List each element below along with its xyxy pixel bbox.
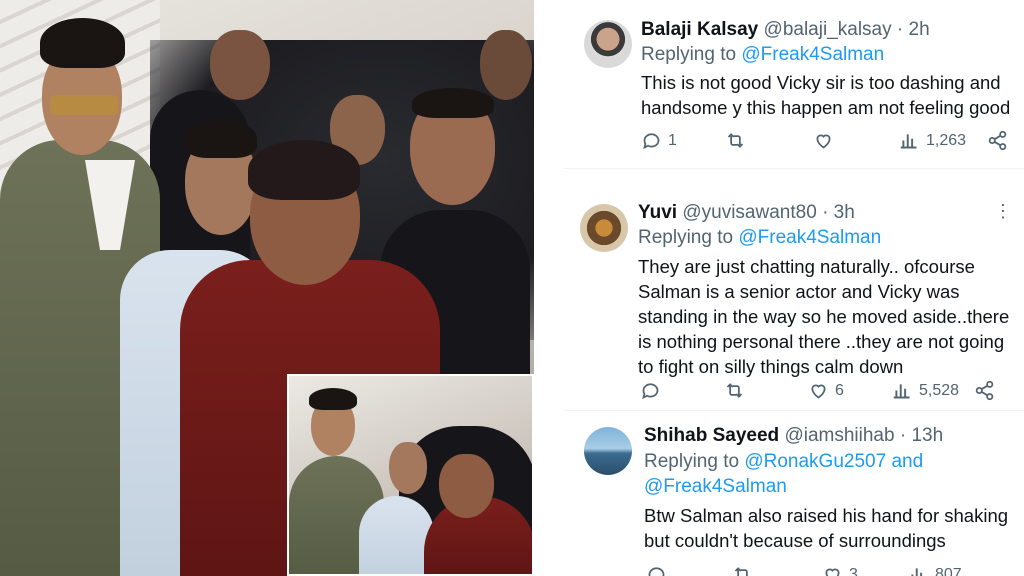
replying-to: Replying to @Freak4Salman xyxy=(641,44,884,66)
inset-hair xyxy=(309,388,357,410)
replying-to: Replying to @RonakGu2507 and xyxy=(644,451,923,473)
tweet-header: Yuvi @yuvisawant80 · 3h xyxy=(638,202,855,224)
replying-to: Replying to @Freak4Salman xyxy=(638,227,881,249)
tweet-actions: 1 1,263 xyxy=(641,130,1011,152)
tweet-line: handsome y this happen am not feeling go… xyxy=(641,97,1011,118)
reply-button[interactable] xyxy=(640,380,661,401)
reply-icon xyxy=(648,567,665,576)
avatar[interactable] xyxy=(580,204,628,252)
more-icon[interactable]: ⋮ xyxy=(994,201,1012,222)
tweet-header: Shihab Sayeed @iamshiihab · 13h xyxy=(644,425,943,447)
replying-to-link[interactable]: @Freak4Salman xyxy=(644,476,787,497)
tweet-text: They are just chatting naturally.. ofcou… xyxy=(638,254,1009,379)
like-button[interactable] xyxy=(813,130,834,151)
replying-label: Replying to xyxy=(638,227,734,248)
reply-count: 1 xyxy=(668,131,677,149)
timestamp[interactable]: 13h xyxy=(911,425,943,446)
views-button[interactable]: 1,263 xyxy=(899,130,966,151)
tweet-line: to fight on silly things calm down xyxy=(638,356,904,377)
like-icon xyxy=(811,384,826,399)
avatar[interactable] xyxy=(584,427,632,475)
tweet-line: Btw Salman also raised his hand for shak… xyxy=(644,505,1009,526)
tweet-line: is nothing personal there ..they are not… xyxy=(638,331,1005,352)
like-icon xyxy=(816,134,831,149)
reply-button[interactable] xyxy=(646,564,667,576)
maroon-shirt-hair xyxy=(248,140,360,200)
like-button[interactable]: 6 xyxy=(808,380,844,401)
like-button[interactable]: 3 xyxy=(822,564,858,576)
reply-icon xyxy=(642,383,659,400)
tweet-line: They are just chatting naturally.. ofcou… xyxy=(638,256,975,277)
avatar[interactable] xyxy=(584,20,632,68)
share-button[interactable] xyxy=(987,130,1008,151)
tweet-replies-panel: Balaji Kalsay @balaji_kalsay · 2h Replyi… xyxy=(564,0,1024,576)
views-button[interactable]: 5,528 xyxy=(892,380,959,401)
views-count: 5,528 xyxy=(919,381,960,399)
retweet-button[interactable] xyxy=(725,130,746,151)
author-handle[interactable]: @yuvisawant80 xyxy=(682,202,816,223)
tweet-actions: 3 807 xyxy=(646,564,1016,576)
replying-label: Replying to xyxy=(644,451,740,472)
tweet-line: but couldn't because of surroundings xyxy=(644,530,946,551)
reply-icon xyxy=(643,133,660,150)
retweet-button[interactable] xyxy=(724,380,745,401)
event-photo xyxy=(0,0,534,576)
views-icon xyxy=(900,134,917,149)
tweet-text: Btw Salman also raised his hand for shak… xyxy=(644,503,1008,553)
author-name[interactable]: Balaji Kalsay xyxy=(641,19,758,40)
tweet-header: Balaji Kalsay @balaji_kalsay · 2h xyxy=(641,19,930,41)
inset-photo xyxy=(287,374,534,576)
author-name[interactable]: Yuvi xyxy=(638,202,677,223)
green-suit-hair xyxy=(40,18,125,68)
author-handle[interactable]: @balaji_kalsay xyxy=(764,19,892,40)
views-count: 1,263 xyxy=(926,131,967,149)
replying-to-continued: @Freak4Salman xyxy=(644,476,787,498)
author-name[interactable]: Shihab Sayeed xyxy=(644,425,779,446)
views-icon xyxy=(893,384,910,399)
tweet-item[interactable]: ⋮ Yuvi @yuvisawant80 · 3h Replying to @F… xyxy=(564,169,1024,409)
replying-to-link[interactable]: @Freak4Salman xyxy=(738,227,881,248)
views-icon xyxy=(911,568,923,576)
retweet-icon xyxy=(727,133,744,148)
tweet-item[interactable]: Balaji Kalsay @balaji_kalsay · 2h Replyi… xyxy=(564,0,1024,168)
views-count: 807 xyxy=(935,565,962,576)
bodyguard-hair xyxy=(412,88,494,118)
replying-to-link[interactable]: @RonakGu2507 and xyxy=(744,451,923,472)
tweet-line: This is not good Vicky sir is too dashin… xyxy=(641,72,1001,93)
blue-shirt-hair xyxy=(185,120,257,158)
separator: · xyxy=(896,19,904,40)
tweet-item[interactable]: Shihab Sayeed @iamshiihab · 13h Replying… xyxy=(564,411,1024,576)
replying-label: Replying to xyxy=(641,44,737,65)
share-icon xyxy=(988,130,1007,151)
author-handle[interactable]: @iamshiihab xyxy=(784,425,894,446)
like-count: 3 xyxy=(849,565,858,576)
views-button[interactable]: 807 xyxy=(908,564,962,576)
sunglasses xyxy=(50,95,118,115)
divider xyxy=(534,0,564,576)
retweet-icon xyxy=(726,383,743,398)
share-icon xyxy=(975,380,994,401)
guard-face xyxy=(210,30,270,100)
retweet-button[interactable] xyxy=(732,564,753,576)
tweet-line: Salman is a senior actor and Vicky was xyxy=(638,281,960,302)
tweet-actions: 6 5,528 xyxy=(640,380,1010,402)
like-icon xyxy=(825,568,840,576)
separator: · xyxy=(822,202,829,223)
timestamp[interactable]: 3h xyxy=(834,202,855,223)
share-button[interactable] xyxy=(974,380,995,401)
tweet-line: standing in the way so he moved aside..t… xyxy=(638,306,1010,327)
tweet-text: This is not good Vicky sir is too dashin… xyxy=(641,70,1010,120)
guard-face xyxy=(480,30,532,100)
reply-button[interactable]: 1 xyxy=(641,130,677,151)
inset-blue-shirt xyxy=(359,496,434,574)
inset-face xyxy=(389,442,427,494)
replying-to-link[interactable]: @Freak4Salman xyxy=(741,44,884,65)
retweet-icon xyxy=(734,567,748,576)
inset-head xyxy=(439,454,494,518)
timestamp[interactable]: 2h xyxy=(909,19,930,40)
like-count: 6 xyxy=(835,381,844,399)
separator: · xyxy=(899,425,907,446)
